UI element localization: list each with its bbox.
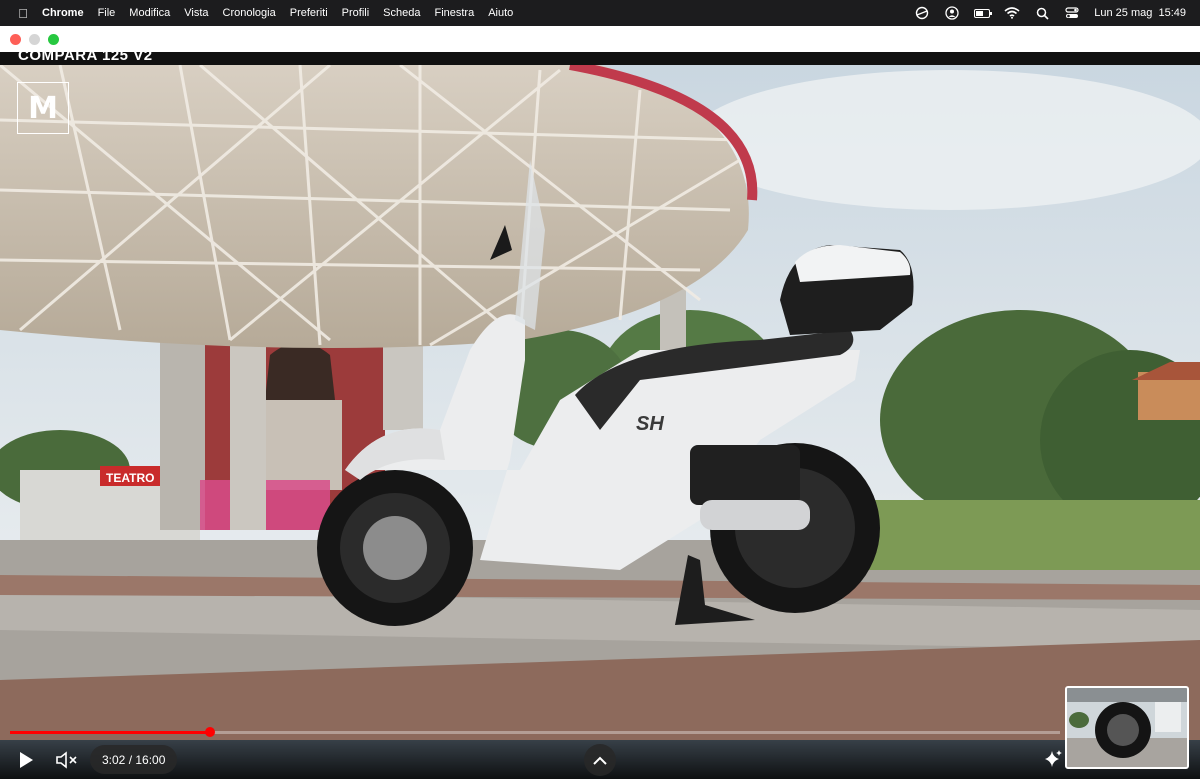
chevron-up-icon — [593, 756, 607, 765]
menu-modifica[interactable]: Modifica — [129, 7, 170, 19]
menu-file[interactable]: File — [98, 7, 116, 19]
muted-speaker-icon — [56, 751, 77, 769]
progress-fill — [10, 731, 210, 734]
search-icon[interactable] — [1034, 6, 1050, 20]
progress-scrubber[interactable] — [204, 727, 215, 737]
menu-aiuto[interactable]: Aiuto — [488, 7, 513, 19]
menu-profili[interactable]: Profili — [342, 7, 370, 19]
expand-button[interactable] — [584, 744, 616, 776]
window-title-bar — [0, 26, 1200, 52]
top-strip — [0, 52, 1200, 65]
time-display: 3:02 / 16:00 — [90, 745, 178, 774]
play-button[interactable] — [12, 746, 40, 774]
play-icon — [20, 752, 33, 768]
minimize-window-button[interactable] — [29, 34, 40, 45]
progress-bar[interactable] — [10, 727, 1060, 737]
apple-icon[interactable]:  — [12, 6, 34, 21]
preview-thumbnail[interactable] — [1065, 686, 1189, 769]
teatro-sign: TEATRO — [106, 471, 154, 485]
menu-cronologia[interactable]: Cronologia — [223, 7, 276, 19]
video-title: COMPARA 125 V2 — [18, 52, 153, 64]
menu-preferiti[interactable]: Preferiti — [290, 7, 328, 19]
control-center-icon[interactable] — [1064, 6, 1080, 20]
menu-vista[interactable]: Vista — [184, 7, 208, 19]
thumbnail-image — [1067, 688, 1187, 767]
sparkle-icon — [1045, 750, 1062, 767]
maximize-window-button[interactable] — [48, 34, 59, 45]
ai-button[interactable] — [1040, 746, 1066, 772]
menu-finestra[interactable]: Finestra — [434, 7, 474, 19]
close-window-button[interactable] — [10, 34, 21, 45]
mute-button[interactable] — [52, 746, 82, 774]
user-icon[interactable] — [944, 6, 960, 20]
video-frame: TEATRO SH — [0, 52, 1200, 740]
player-controls: 3:02 / 16:00 — [0, 740, 1200, 779]
menu-scheda[interactable]: Scheda — [383, 7, 420, 19]
menu-bar:  Chrome File Modifica Vista Cronologia … — [0, 0, 1200, 26]
menubar-clock[interactable]: Lun 25 mag 15:49 — [1094, 7, 1186, 19]
battery-icon[interactable] — [974, 6, 993, 20]
scooter-badge: SH — [636, 413, 664, 435]
menu-app-chrome[interactable]: Chrome — [42, 7, 84, 19]
video-player[interactable]: TEATRO SH COMPARA 125 V2 M — [0, 52, 1200, 779]
channel-logo[interactable]: M — [17, 82, 69, 134]
wifi-icon[interactable] — [1004, 6, 1020, 20]
vpn-icon[interactable] — [914, 6, 930, 20]
